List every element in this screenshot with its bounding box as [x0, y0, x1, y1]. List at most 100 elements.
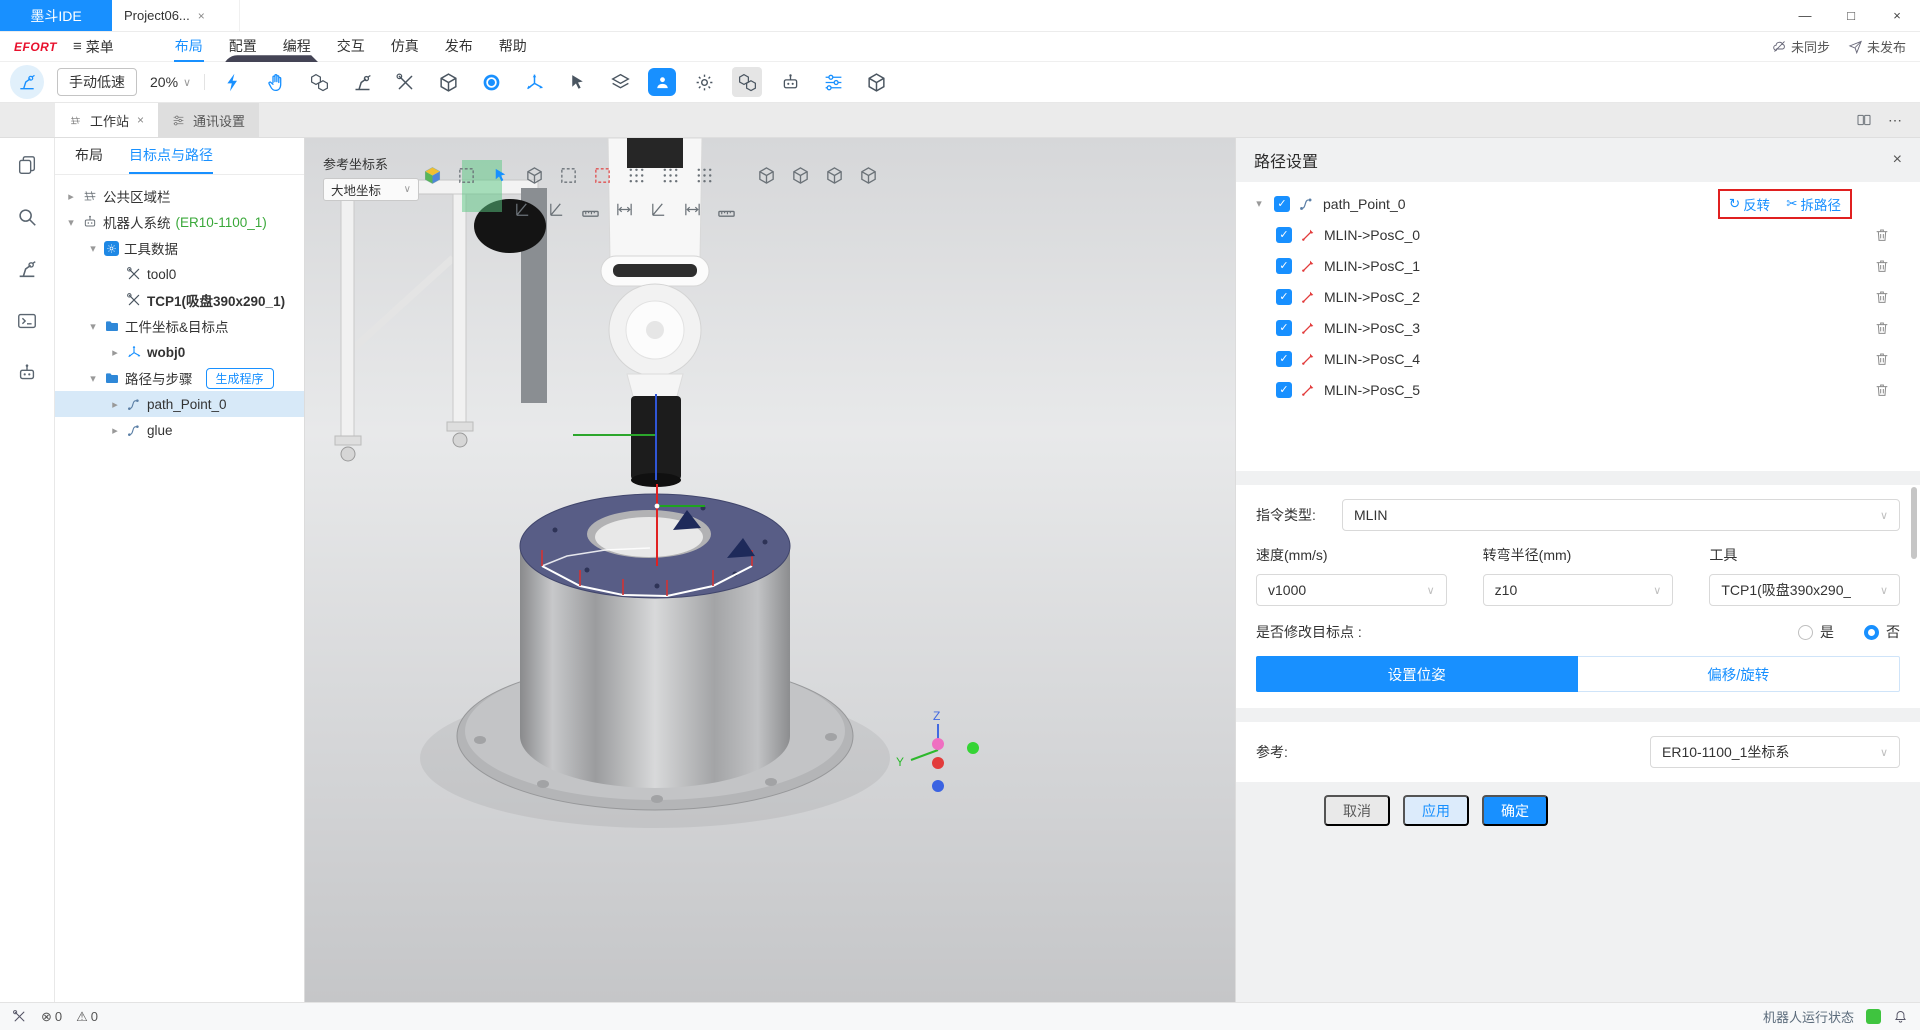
3d-scene[interactable]: Z Y: [305, 138, 1235, 1002]
view-cube-icon[interactable]: [423, 166, 442, 185]
panel-scrollbar[interactable]: [1911, 487, 1917, 559]
close-button[interactable]: ×: [1874, 0, 1920, 31]
radio-yes[interactable]: 是: [1798, 622, 1834, 642]
lightning-icon[interactable]: [218, 67, 248, 97]
more-options-icon[interactable]: ⋯: [1888, 112, 1902, 129]
error-counter[interactable]: ⊗ 0: [41, 1009, 62, 1025]
area-select-icon[interactable]: [457, 166, 476, 185]
cube-3-icon[interactable]: [825, 166, 844, 185]
menu-item-interact[interactable]: 交互: [324, 32, 378, 62]
subtab-layout[interactable]: 布局: [75, 145, 103, 174]
checkbox-checked[interactable]: ✓: [1276, 258, 1292, 274]
hamburger-icon[interactable]: ≡: [73, 38, 82, 55]
tools-status-icon[interactable]: [12, 1009, 27, 1024]
caret-right-icon[interactable]: ▸: [109, 398, 121, 411]
tree-item-tcp1[interactable]: TCP1(吸盘390x290_1): [55, 287, 304, 313]
menu-item-simulate[interactable]: 仿真: [378, 32, 432, 62]
tree-item-tool-data[interactable]: ▾ 工具数据: [55, 235, 304, 261]
mode-button[interactable]: 手动低速: [57, 68, 137, 96]
snap-dots-icon[interactable]: [695, 166, 714, 185]
ok-button[interactable]: 确定: [1482, 795, 1548, 826]
maximize-button[interactable]: □: [1828, 0, 1874, 31]
tree-item-glue[interactable]: ▸ glue: [55, 417, 304, 443]
tree-item-tool0[interactable]: tool0: [55, 261, 304, 287]
robot-badge-icon[interactable]: [10, 65, 44, 99]
speed-select[interactable]: v1000 ∨: [1256, 574, 1447, 606]
delete-icon[interactable]: [1874, 258, 1890, 274]
offset-rotate-button[interactable]: 偏移/旋转: [1578, 656, 1901, 692]
path-item-row[interactable]: ✓ MLIN->PosC_0: [1236, 219, 1920, 250]
tree-item-public-area[interactable]: ▸ 公共区域栏: [55, 183, 304, 209]
doc-tab-project[interactable]: Project06... ×: [112, 0, 240, 31]
width-measure-icon[interactable]: [683, 200, 702, 219]
cancel-button[interactable]: 取消: [1324, 795, 1390, 826]
tab-close-icon[interactable]: ×: [137, 113, 144, 127]
tree-item-workpiece-coords[interactable]: ▾ 工件坐标&目标点: [55, 313, 304, 339]
menu-item-publish[interactable]: 发布: [432, 32, 486, 62]
menu-item-config[interactable]: 配置: [216, 32, 270, 62]
dashed-box-icon[interactable]: [559, 166, 578, 185]
ruler-icon[interactable]: [581, 200, 600, 219]
viewport-3d[interactable]: Z Y 参考坐标系 大地坐标 ∨: [305, 138, 1235, 1002]
checkbox-checked[interactable]: ✓: [1276, 289, 1292, 305]
path-item-row[interactable]: ✓ MLIN->PosC_4: [1236, 343, 1920, 374]
files-icon[interactable]: [16, 154, 38, 176]
cubes-group-icon[interactable]: [732, 67, 762, 97]
path-item-row[interactable]: ✓ MLIN->PosC_5: [1236, 374, 1920, 405]
caret-right-icon[interactable]: ▸: [109, 424, 121, 437]
dashed-box-red-icon[interactable]: [593, 166, 612, 185]
robot-icon[interactable]: [16, 362, 38, 384]
motion-axes-icon[interactable]: [519, 67, 549, 97]
checkbox-checked[interactable]: ✓: [1276, 320, 1292, 336]
path-item-row[interactable]: ✓ MLIN->PosC_1: [1236, 250, 1920, 281]
tree-item-robot-system[interactable]: ▾ 机器人系统 (ER10-1100_1): [55, 209, 304, 235]
publish-status[interactable]: 未发布: [1848, 37, 1906, 56]
dot-grid-2-icon[interactable]: [661, 166, 680, 185]
tab-workstation[interactable]: 工作站 ×: [55, 103, 158, 137]
menu-item-layout[interactable]: 布局: [162, 32, 216, 62]
note-icon[interactable]: [717, 200, 736, 219]
search-icon[interactable]: [16, 206, 38, 228]
checkbox-checked[interactable]: ✓: [1274, 196, 1290, 212]
tree-item-paths-steps[interactable]: ▾ 路径与步骤 生成程序: [55, 365, 304, 391]
minimize-button[interactable]: —: [1782, 0, 1828, 31]
reference-select[interactable]: ER10-1100_1坐标系 ∨: [1650, 736, 1900, 768]
warning-counter[interactable]: ⚠ 0: [76, 1009, 98, 1025]
layout-split-icon[interactable]: [1856, 112, 1872, 128]
radio-no[interactable]: 否: [1864, 622, 1900, 642]
bell-icon[interactable]: [1893, 1009, 1908, 1024]
delete-icon[interactable]: [1874, 351, 1890, 367]
pointer-icon[interactable]: [491, 166, 510, 185]
tool-select[interactable]: TCP1(吸盘390x290_ ∨: [1709, 574, 1900, 606]
command-type-select[interactable]: MLIN ∨: [1342, 499, 1900, 531]
jog-robot-icon[interactable]: [347, 67, 377, 97]
drag-hand-icon[interactable]: [261, 67, 291, 97]
layers-icon[interactable]: [605, 67, 635, 97]
protractor-icon[interactable]: [649, 200, 668, 219]
subtab-targets-paths[interactable]: 目标点与路径: [129, 145, 213, 174]
debug-robot-icon[interactable]: [16, 258, 38, 280]
path-item-row[interactable]: ✓ MLIN->PosC_2: [1236, 281, 1920, 312]
record-target-icon[interactable]: [476, 67, 506, 97]
path-item-row[interactable]: ✓ MLIN->PosC_3: [1236, 312, 1920, 343]
cube-4-icon[interactable]: [859, 166, 878, 185]
person-pin-icon[interactable]: [648, 68, 676, 96]
reverse-path-button[interactable]: ↻反转: [1729, 194, 1770, 214]
apply-button[interactable]: 应用: [1403, 795, 1469, 826]
tools-icon[interactable]: [390, 67, 420, 97]
delete-icon[interactable]: [1874, 289, 1890, 305]
caret-down-icon[interactable]: ▾: [87, 320, 99, 333]
delete-icon[interactable]: [1874, 382, 1890, 398]
menu-item-help[interactable]: 帮助: [486, 32, 540, 62]
package-cube-icon[interactable]: [861, 67, 891, 97]
speed-dropdown[interactable]: 20%∨: [150, 74, 205, 90]
terminal-icon[interactable]: [16, 310, 38, 332]
path-root-row[interactable]: ▾ ✓ path_Point_0 ↻反转 ✂拆路径: [1236, 188, 1920, 219]
app-tab[interactable]: 墨斗IDE: [0, 0, 112, 31]
caret-down-icon[interactable]: ▾: [87, 372, 99, 385]
caret-down-icon[interactable]: ▾: [1252, 197, 1266, 210]
distance-measure-icon[interactable]: [615, 200, 634, 219]
blend-radius-select[interactable]: z10 ∨: [1483, 574, 1674, 606]
robot-pick-icon[interactable]: [775, 67, 805, 97]
caret-down-icon[interactable]: ▾: [87, 242, 99, 255]
